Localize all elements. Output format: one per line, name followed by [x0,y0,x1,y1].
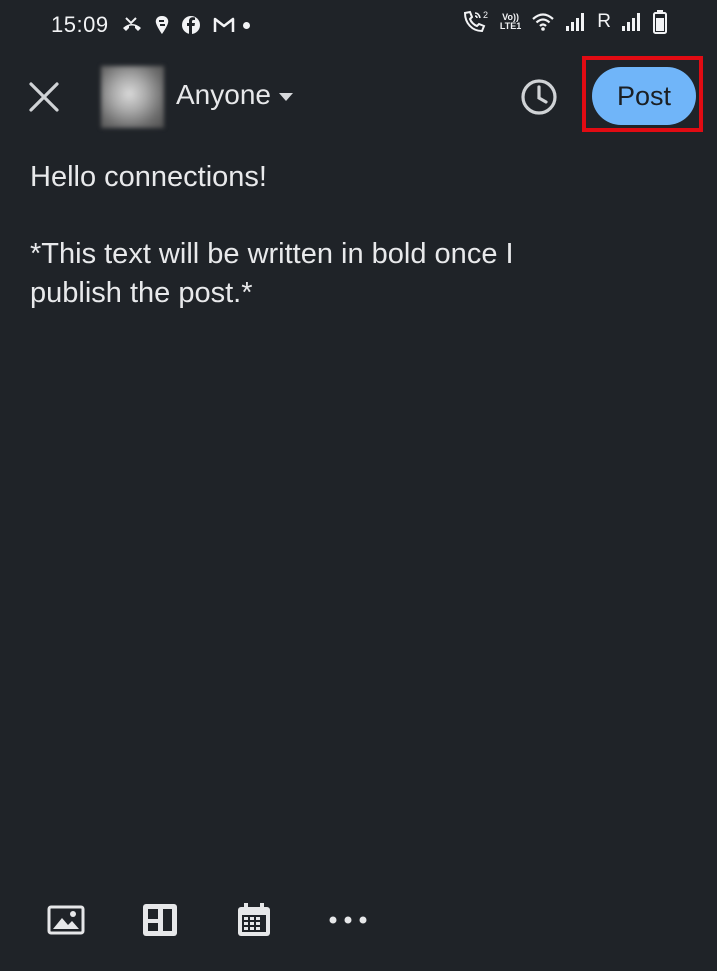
image-icon [47,905,85,935]
roaming-indicator: R [597,11,611,32]
signal-icon-2 [621,12,643,32]
schedule-button[interactable] [519,77,559,117]
add-template-button[interactable] [140,900,180,940]
close-button[interactable] [24,77,64,117]
more-options-button[interactable] [328,900,368,940]
avatar[interactable] [101,66,164,128]
add-event-button[interactable] [234,900,274,940]
volte-icon: Vo)) LTE1 [499,12,522,31]
status-bar: 15:09 2 Vo)) LTE1 R [0,0,717,52]
wifi-icon [531,12,555,32]
audience-label: Anyone [176,79,271,110]
text-spacer [30,197,670,235]
status-time: 15:09 [51,12,109,37]
audience-selector[interactable]: Anyone [176,79,293,111]
missed-call-icon [121,16,143,34]
clock-icon [521,79,557,115]
gmail-icon [213,17,235,33]
composer-header: Anyone Post [0,56,717,134]
call-icon: 2 [462,10,490,34]
calendar-icon [238,903,270,936]
post-button[interactable]: Post [592,67,696,125]
bottom-toolbar [0,896,717,946]
battery-icon [653,10,667,34]
sim-superscript: 2 [483,10,488,20]
facebook-icon [181,15,201,35]
more-icon [329,916,367,924]
post-composer-screen: 15:09 2 Vo)) LTE1 R Anyone Post Hello co… [0,0,717,971]
post-text-line-1: Hello connections! [30,161,267,193]
template-icon [143,904,177,936]
status-left: 15:09 [51,12,250,38]
post-text-line-2: *This text will be written in bold once … [30,238,514,309]
swiggy-icon [155,15,169,35]
notification-dot-icon [242,21,250,29]
add-image-button[interactable] [46,900,86,940]
status-right: 2 Vo)) LTE1 R [462,10,667,34]
post-text-area[interactable]: Hello connections! *This text will be wr… [30,158,670,313]
chevron-down-icon [278,92,293,101]
signal-icon [565,12,587,32]
close-icon [29,82,59,112]
